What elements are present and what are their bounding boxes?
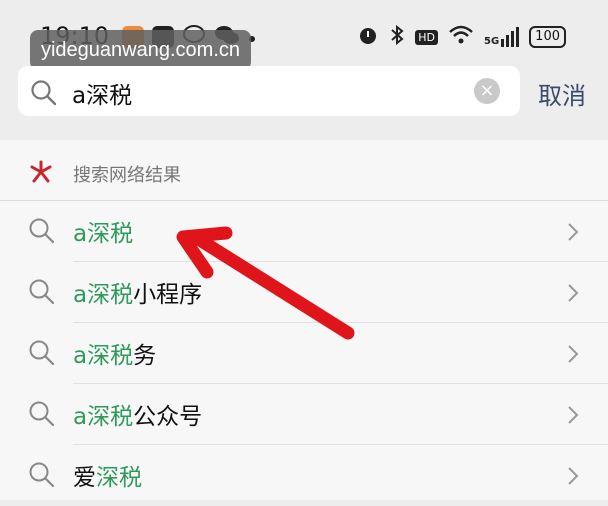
results-panel: 搜索网络结果 a深税 a深税小程序 a深税务 a深税公众号 爱深税 — [0, 140, 608, 500]
hd-icon: HD — [415, 29, 438, 45]
result-row[interactable]: a深税务 — [0, 323, 608, 384]
search-network-logo-icon — [28, 160, 54, 188]
alarm-icon — [357, 24, 379, 50]
search-icon — [28, 461, 56, 493]
status-indicators: HD 5G 100 — [357, 24, 566, 50]
chevron-right-icon — [566, 343, 580, 369]
result-text: a深税公众号 — [73, 404, 203, 430]
chevron-right-icon — [566, 465, 580, 491]
result-text: a深税小程序 — [73, 282, 203, 308]
search-icon — [28, 217, 56, 249]
chevron-right-icon — [566, 282, 580, 308]
watermark: yideguanwang.com.cn — [30, 30, 251, 70]
section-header: 搜索网络结果 — [0, 140, 608, 200]
signal-icon: 5G — [484, 27, 520, 47]
chevron-right-icon — [566, 221, 580, 247]
chevron-right-icon — [566, 404, 580, 430]
result-row[interactable]: a深税小程序 — [0, 262, 608, 323]
bluetooth-icon — [389, 24, 405, 50]
wifi-icon — [448, 24, 474, 50]
search-icon — [28, 339, 56, 371]
result-text: 爱深税 — [73, 465, 142, 491]
cancel-button[interactable]: 取消 — [538, 76, 586, 111]
search-input[interactable]: a深税 — [72, 76, 132, 110]
result-text: a深税务 — [73, 343, 157, 369]
search-icon — [28, 400, 56, 432]
clear-icon[interactable]: × — [474, 78, 500, 104]
result-row[interactable]: 爱深税 — [0, 445, 608, 506]
search-icon — [28, 278, 56, 310]
result-row[interactable]: a深税公众号 — [0, 384, 608, 445]
result-text: a深税 — [73, 221, 134, 247]
search-icon — [30, 79, 58, 111]
search-bar[interactable]: a深税 × — [18, 66, 520, 116]
battery-indicator: 100 — [529, 26, 566, 48]
section-title: 搜索网络结果 — [73, 165, 181, 186]
result-row[interactable]: a深税 — [0, 201, 608, 262]
